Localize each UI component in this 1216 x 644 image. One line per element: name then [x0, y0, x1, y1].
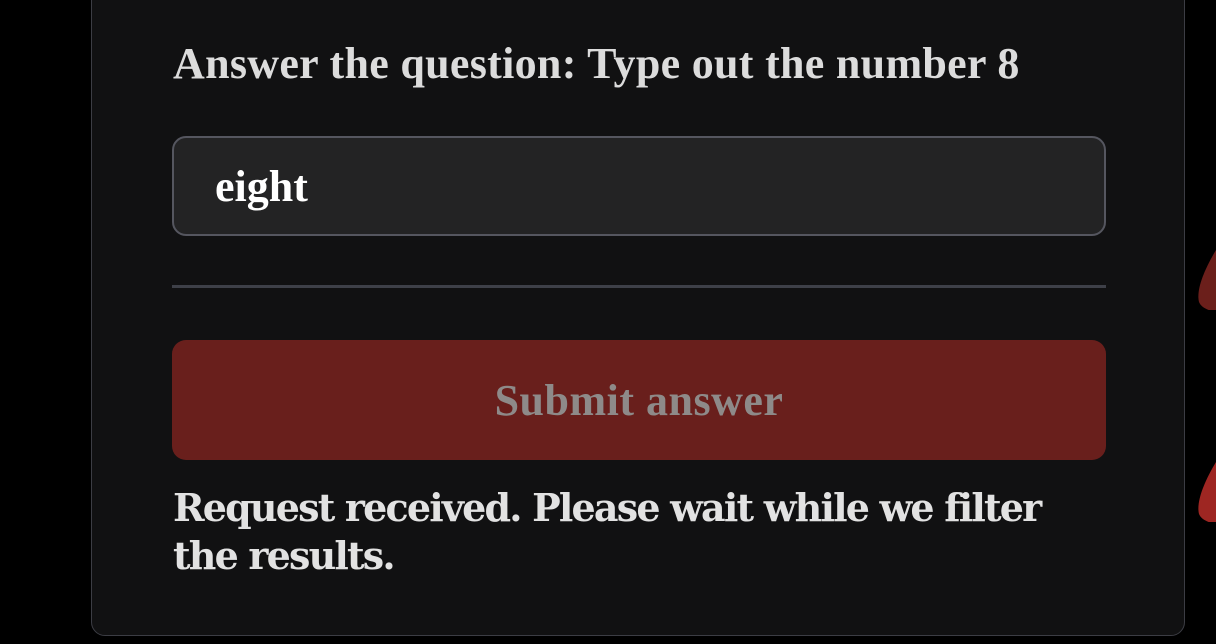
submit-answer-button[interactable]: Submit answer: [172, 340, 1106, 460]
divider: [172, 285, 1106, 288]
answer-input[interactable]: [172, 136, 1106, 236]
decorative-shape: [1198, 250, 1216, 310]
status-message: Request received. Please wait while we f…: [173, 485, 1042, 578]
question-prompt: Answer the question: Type out the number…: [173, 39, 1020, 88]
decorative-shape: [1198, 462, 1216, 522]
